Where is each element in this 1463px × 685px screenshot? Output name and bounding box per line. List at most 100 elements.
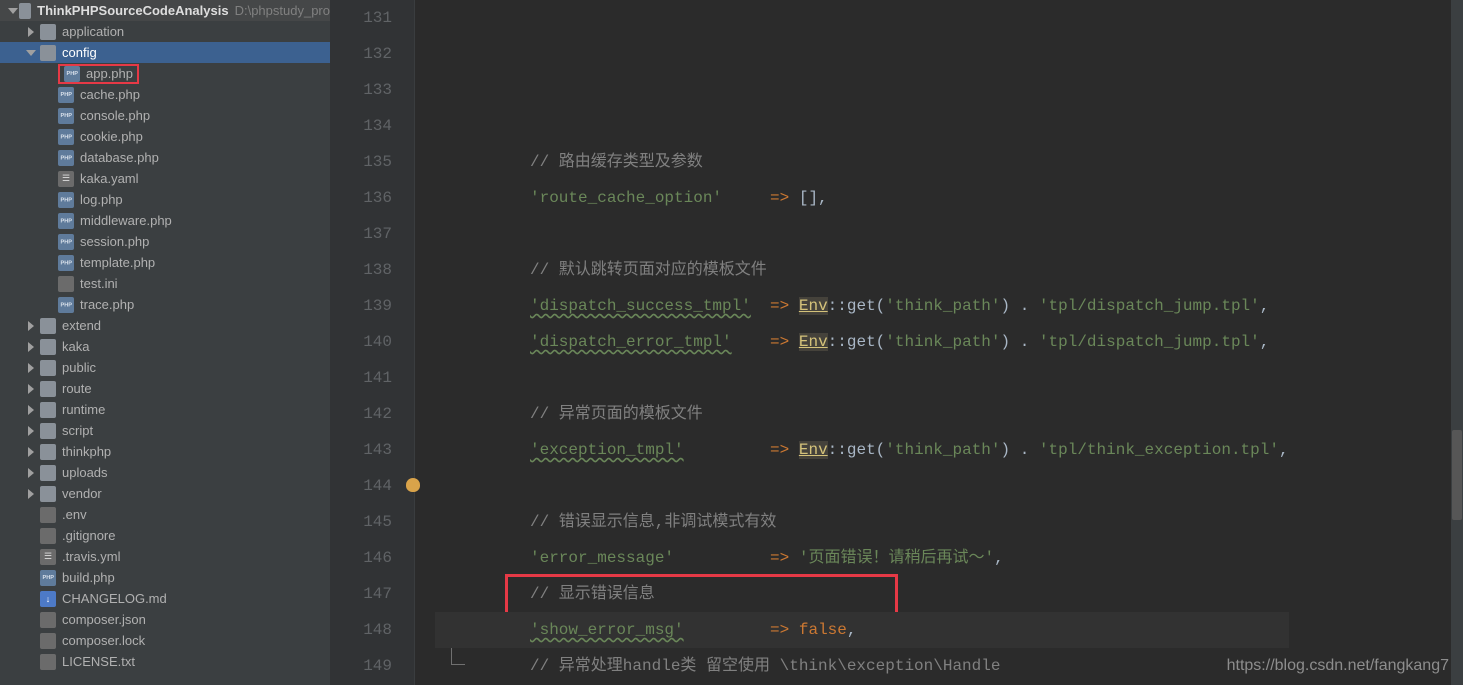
chevron-right-icon[interactable]	[26, 321, 36, 331]
code-line[interactable]: // 异常处理handle类 留空使用 \think\exception\Han…	[435, 648, 1289, 684]
chevron-right-icon[interactable]	[26, 405, 36, 415]
watermark: https://blog.csdn.net/fangkang7	[1227, 657, 1449, 675]
vertical-scrollbar[interactable]	[1451, 0, 1463, 685]
folder-icon	[40, 486, 56, 502]
tree-item-thinkphp[interactable]: thinkphp	[0, 441, 330, 462]
scrollbar-thumb[interactable]	[1452, 430, 1462, 520]
php-file-icon	[58, 297, 74, 313]
tree-item-extend[interactable]: extend	[0, 315, 330, 336]
tree-item-label: database.php	[80, 150, 159, 165]
tree-item-label: composer.lock	[62, 633, 145, 648]
line-number: 133	[330, 72, 392, 108]
code-line[interactable]: // 异常页面的模板文件	[435, 396, 1289, 432]
php-file-icon	[58, 234, 74, 250]
tree-item-label: session.php	[80, 234, 149, 249]
spacer	[44, 195, 54, 205]
tree-item-template-php[interactable]: template.php	[0, 252, 330, 273]
tree-item-uploads[interactable]: uploads	[0, 462, 330, 483]
code-line[interactable]	[435, 360, 1289, 396]
line-number: 142	[330, 396, 392, 432]
tree-item-label: app.php	[86, 66, 133, 81]
tree-item-app-php[interactable]: app.php	[0, 63, 330, 84]
tree-item-public[interactable]: public	[0, 357, 330, 378]
code-line[interactable]: 'dispatch_error_tmpl' => Env::get('think…	[435, 324, 1289, 360]
tree-item-script[interactable]: script	[0, 420, 330, 441]
tree-item-config[interactable]: config	[0, 42, 330, 63]
tree-item-label: LICENSE.txt	[62, 654, 135, 669]
tree-item-LICENSE-txt[interactable]: LICENSE.txt	[0, 651, 330, 672]
code-line[interactable]: 'show_error_msg' => false,	[435, 612, 1289, 648]
tree-item--travis-yml[interactable]: .travis.yml	[0, 546, 330, 567]
spacer	[44, 132, 54, 142]
line-number: 131	[330, 0, 392, 36]
code-editor[interactable]: 1311321331341351361371381391401411421431…	[330, 0, 1463, 685]
md-file-icon	[40, 591, 56, 607]
chevron-right-icon[interactable]	[26, 363, 36, 373]
tree-item-label: .env	[62, 507, 87, 522]
spacer	[44, 90, 54, 100]
tree-item-label: public	[62, 360, 96, 375]
chevron-right-icon[interactable]	[26, 447, 36, 457]
tree-item-trace-php[interactable]: trace.php	[0, 294, 330, 315]
code-line[interactable]	[435, 216, 1289, 252]
code-line[interactable]: // 显示错误信息	[435, 576, 1289, 612]
tree-item-application[interactable]: application	[0, 21, 330, 42]
tree-item-test-ini[interactable]: test.ini	[0, 273, 330, 294]
chevron-right-icon[interactable]	[26, 27, 36, 37]
folder-icon	[40, 24, 56, 40]
line-number: 147	[330, 576, 392, 612]
line-number: 135	[330, 144, 392, 180]
code-line[interactable]: 'dispatch_success_tmpl' => Env::get('thi…	[435, 288, 1289, 324]
spacer	[44, 153, 54, 163]
chevron-right-icon[interactable]	[26, 489, 36, 499]
json-file-icon	[40, 612, 56, 628]
tree-item-vendor[interactable]: vendor	[0, 483, 330, 504]
chevron-right-icon[interactable]	[26, 342, 36, 352]
spacer	[44, 279, 54, 289]
chevron-right-icon[interactable]	[26, 468, 36, 478]
tree-item-cookie-php[interactable]: cookie.php	[0, 126, 330, 147]
tree-item-kaka-yaml[interactable]: kaka.yaml	[0, 168, 330, 189]
tree-item-middleware-php[interactable]: middleware.php	[0, 210, 330, 231]
line-number: 146	[330, 540, 392, 576]
tree-item-CHANGELOG-md[interactable]: CHANGELOG.md	[0, 588, 330, 609]
chevron-right-icon[interactable]	[26, 384, 36, 394]
tree-item-session-php[interactable]: session.php	[0, 231, 330, 252]
code-line[interactable]: // 默认跳转页面对应的模板文件	[435, 252, 1289, 288]
tree-item-route[interactable]: route	[0, 378, 330, 399]
tree-item-composer-json[interactable]: composer.json	[0, 609, 330, 630]
code-line[interactable]: 'exception_tmpl' => Env::get('think_path…	[435, 432, 1289, 468]
expand-icon	[8, 6, 15, 16]
yaml-file-icon	[58, 171, 74, 187]
tree-item--gitignore[interactable]: .gitignore	[0, 525, 330, 546]
tree-item-label: .travis.yml	[62, 549, 121, 564]
folder-icon	[40, 339, 56, 355]
code-line[interactable]: 'error_message' => '页面错误！请稍后再试～',	[435, 540, 1289, 576]
tree-item-runtime[interactable]: runtime	[0, 399, 330, 420]
tree-item-composer-lock[interactable]: composer.lock	[0, 630, 330, 651]
code-line[interactable]: // 错误显示信息,非调试模式有效	[435, 504, 1289, 540]
tree-item-database-php[interactable]: database.php	[0, 147, 330, 168]
project-tree[interactable]: ThinkPHPSourceCodeAnalysis D:\phpstudy_p…	[0, 0, 330, 685]
tree-item-console-php[interactable]: console.php	[0, 105, 330, 126]
code-line[interactable]: 'route_cache_option' => [],	[435, 180, 1289, 216]
tree-item-label: uploads	[62, 465, 108, 480]
code-line[interactable]: // 路由缓存类型及参数	[435, 144, 1289, 180]
tree-item-build-php[interactable]: build.php	[0, 567, 330, 588]
tree-item-log-php[interactable]: log.php	[0, 189, 330, 210]
tree-item-label: composer.json	[62, 612, 146, 627]
tree-item-label: extend	[62, 318, 101, 333]
spacer	[26, 573, 36, 583]
chevron-right-icon[interactable]	[26, 426, 36, 436]
chevron-down-icon[interactable]	[26, 48, 36, 58]
tree-item-cache-php[interactable]: cache.php	[0, 84, 330, 105]
tree-item--env[interactable]: .env	[0, 504, 330, 525]
project-root[interactable]: ThinkPHPSourceCodeAnalysis D:\phpstudy_p…	[0, 0, 330, 21]
spacer	[44, 216, 54, 226]
code-line[interactable]	[435, 468, 1289, 504]
php-file-icon	[58, 129, 74, 145]
tree-item-kaka[interactable]: kaka	[0, 336, 330, 357]
tree-item-label: middleware.php	[80, 213, 172, 228]
code-area[interactable]: // 路由缓存类型及参数'route_cache_option' => [], /…	[415, 0, 1289, 685]
generic-file-icon	[58, 276, 74, 292]
